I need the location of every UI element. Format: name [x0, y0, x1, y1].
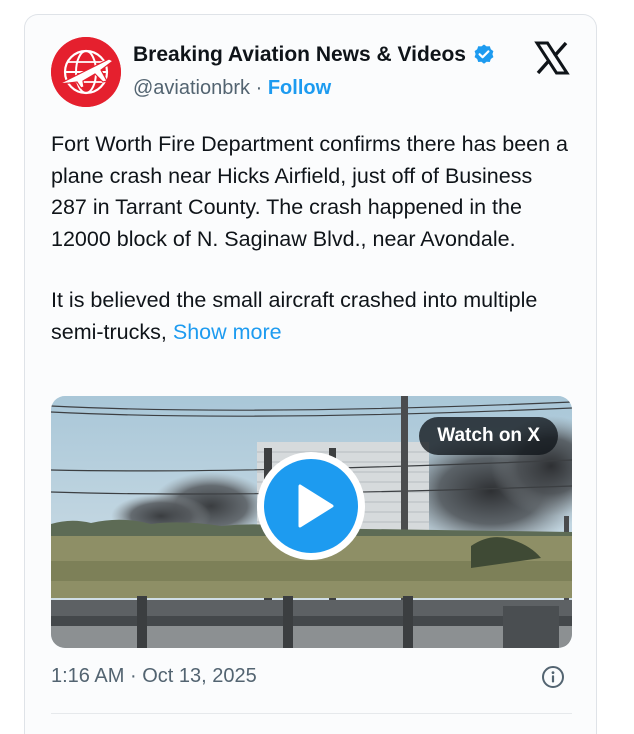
timestamp-separator: ·	[129, 665, 137, 687]
play-icon	[298, 484, 334, 528]
follow-button[interactable]: Follow	[268, 77, 331, 99]
footer-divider	[51, 713, 572, 714]
tweet-paragraph: It is believed the small aircraft crashe…	[51, 285, 571, 348]
globe-airplane-icon	[51, 37, 121, 107]
author-display-name[interactable]: Breaking Aviation News & Videos	[133, 43, 466, 67]
author-handle-row: @aviationbrk · Follow	[133, 77, 331, 100]
author-handle[interactable]: @aviationbrk	[133, 77, 250, 99]
play-button[interactable]	[257, 452, 365, 560]
author-name-row: Breaking Aviation News & Videos	[133, 43, 496, 67]
info-icon[interactable]	[541, 665, 565, 689]
handle-separator: ·	[255, 77, 263, 99]
tweet-paragraph-text: It is believed the small aircraft crashe…	[51, 288, 538, 344]
tweet-timestamp[interactable]: 1:16 AM · Oct 13, 2025	[51, 665, 257, 688]
verified-badge-icon	[474, 44, 494, 64]
video-thumbnail[interactable]: Watch on X	[51, 396, 572, 648]
tweet-card: Breaking Aviation News & Videos @aviatio…	[24, 14, 597, 734]
show-more-link[interactable]: Show more	[173, 320, 282, 344]
x-logo-icon[interactable]	[534, 40, 570, 76]
watch-on-x-button[interactable]: Watch on X	[419, 417, 558, 455]
tweet-text: Fort Worth Fire Department confirms ther…	[51, 129, 571, 348]
author-avatar[interactable]	[51, 37, 121, 107]
tweet-time: 1:16 AM	[51, 665, 125, 687]
tweet-paragraph: Fort Worth Fire Department confirms ther…	[51, 132, 569, 251]
tweet-date: Oct 13, 2025	[142, 665, 257, 687]
